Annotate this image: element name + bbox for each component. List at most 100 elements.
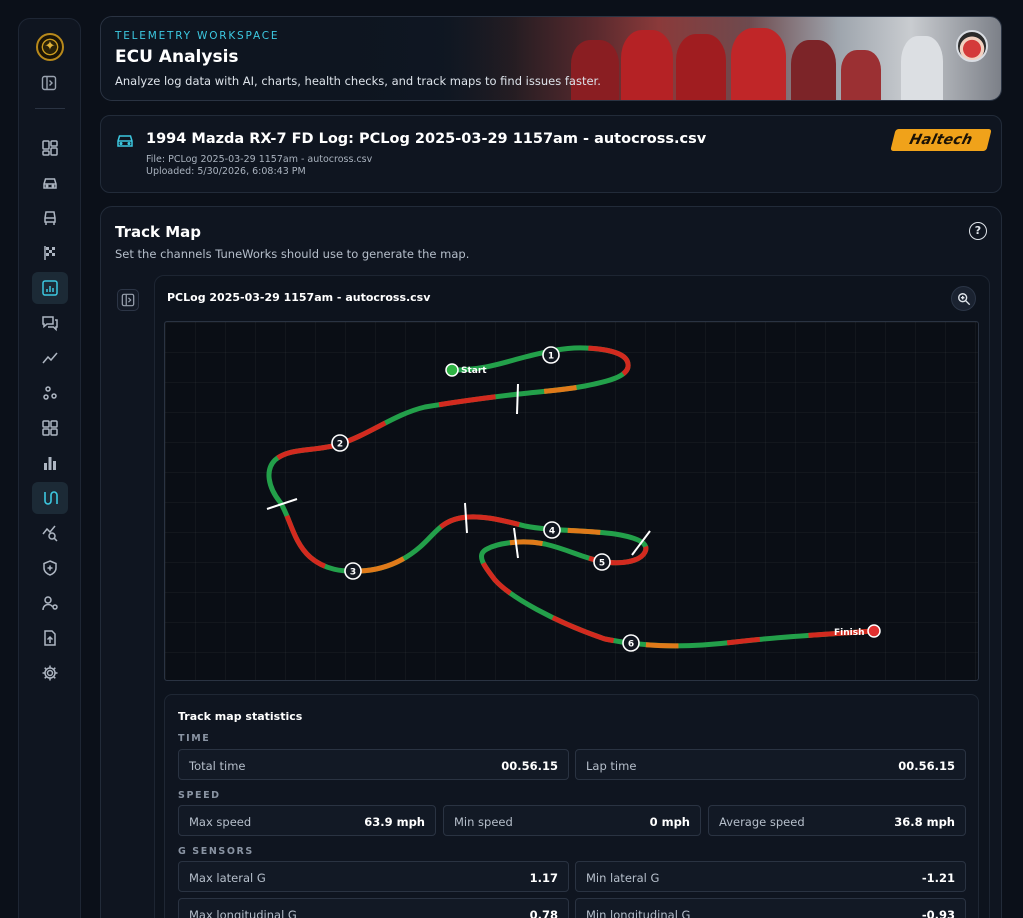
banner-photo-figure	[571, 40, 619, 100]
banner-photo-figure	[901, 36, 943, 100]
zoom-button[interactable]	[951, 286, 976, 311]
turn-marker-3[interactable]: 3	[344, 562, 362, 580]
start-label: Start	[461, 366, 487, 376]
stat-label: Max longitudinal G	[189, 908, 297, 918]
nav-widgets[interactable]	[32, 412, 68, 444]
speed-segment	[266, 345, 874, 649]
shield-plus-icon	[43, 560, 57, 576]
stat-avg-speed: Average speed 36.8 mph	[708, 805, 966, 836]
nav-races[interactable]	[32, 237, 68, 269]
nav-ecu-analysis[interactable]	[32, 272, 68, 304]
haltech-logo-text: Haltech	[907, 132, 975, 148]
track-map-panel: PCLog 2025-03-29 1157am - autocross.csv	[154, 275, 990, 918]
turn-marker-label: 4	[549, 527, 555, 537]
log-upload-time: Uploaded: 5/30/2026, 6:08:43 PM	[146, 166, 306, 177]
line-chart-icon	[42, 352, 58, 364]
app-logo[interactable]: ✦	[36, 33, 64, 61]
track-map-title: Track Map	[115, 223, 201, 241]
speed-segment	[266, 345, 874, 649]
speed-segment	[266, 345, 874, 649]
dashboard-icon	[42, 140, 58, 156]
car-icon	[117, 135, 133, 147]
channel-panel-toggle[interactable]	[117, 289, 139, 311]
nav-vehicles[interactable]	[32, 167, 68, 199]
start-marker[interactable]	[445, 363, 459, 377]
speed-segment	[266, 345, 874, 649]
stats-title: Track map statistics	[178, 710, 303, 723]
speed-segment	[266, 345, 874, 649]
turn-marker-6[interactable]: 6	[622, 634, 640, 652]
car-front-icon	[44, 211, 56, 225]
banner-photo-figure	[621, 30, 673, 100]
turn-marker-5[interactable]: 5	[593, 553, 611, 571]
nav-scatter[interactable]	[32, 377, 68, 409]
nav-dashboard[interactable]	[32, 132, 68, 164]
stat-label: Min lateral G	[586, 871, 660, 885]
stat-label: Lap time	[586, 759, 637, 773]
finish-label: Finish	[834, 628, 865, 638]
header-banner: TELEMETRY WORKSPACE ECU Analysis Analyze…	[100, 16, 1002, 101]
stat-lap-time: Lap time 00.56.15	[575, 749, 966, 780]
sidebar-collapse-icon[interactable]	[41, 75, 57, 91]
scatter-icon	[43, 386, 57, 400]
log-file-name: File: PCLog 2025-03-29 1157am - autocros…	[146, 154, 373, 165]
stat-label: Min speed	[454, 815, 513, 829]
speed-segment	[266, 345, 874, 649]
page-title: ECU Analysis	[115, 47, 239, 67]
nav-upload[interactable]	[32, 622, 68, 654]
stat-value: 00.56.15	[501, 759, 558, 773]
nav-settings[interactable]	[32, 657, 68, 689]
compass-icon: ✦	[44, 39, 56, 54]
bar-chart-icon	[44, 457, 56, 470]
stat-label: Total time	[189, 759, 246, 773]
track-path	[266, 345, 876, 649]
file-upload-icon	[44, 630, 56, 646]
nav-chat[interactable]	[32, 307, 68, 339]
track-map-subtitle: Set the channels TuneWorks should use to…	[115, 247, 470, 261]
section-g-sensors: G SENSORS	[178, 846, 254, 857]
turn-marker-2[interactable]: 2	[331, 434, 349, 452]
nav-health[interactable]	[32, 552, 68, 584]
stat-min-longitudinal-g: Min longitudinal G -0.93	[575, 898, 966, 918]
route-icon	[44, 491, 58, 505]
banner-description: Analyze log data with AI, charts, health…	[115, 74, 601, 88]
stat-value: 36.8 mph	[894, 815, 955, 829]
speed-segment	[266, 345, 874, 649]
turn-marker-label: 6	[628, 640, 634, 650]
stat-max-speed: Max speed 63.9 mph	[178, 805, 436, 836]
speed-segment	[266, 345, 874, 649]
finish-marker[interactable]	[867, 624, 881, 638]
user-avatar[interactable]	[956, 30, 988, 62]
banner-photo-figure	[841, 50, 881, 100]
user-gear-icon	[42, 596, 58, 611]
car-icon	[43, 178, 57, 189]
nav-analytics-search[interactable]	[32, 517, 68, 549]
nav-garage[interactable]	[32, 202, 68, 234]
chat-icon	[42, 316, 58, 332]
track-map-card: Track Map Set the channels TuneWorks sho…	[100, 206, 1002, 918]
turn-marker-1[interactable]: 1	[542, 346, 560, 364]
log-title: 1994 Mazda RX-7 FD Log: PCLog 2025-03-29…	[146, 131, 707, 147]
stat-min-speed: Min speed 0 mph	[443, 805, 701, 836]
nav-charts[interactable]	[32, 447, 68, 479]
stat-value: 63.9 mph	[364, 815, 425, 829]
help-icon[interactable]: ?	[969, 222, 987, 240]
nav-track-map[interactable]	[32, 482, 68, 514]
stat-label: Min longitudinal G	[586, 908, 691, 918]
track-map-canvas[interactable]: Start Finish 1 2 3 4 5 6	[164, 321, 979, 681]
banner-eyebrow: TELEMETRY WORKSPACE	[115, 30, 280, 42]
nav-trends[interactable]	[32, 342, 68, 374]
nav-users[interactable]	[32, 587, 68, 619]
sector-divider	[464, 502, 468, 534]
checkered-flag-icon	[44, 246, 55, 260]
turn-marker-4[interactable]: 4	[543, 521, 561, 539]
panel-expand-icon	[121, 293, 135, 307]
stat-max-longitudinal-g: Max longitudinal G 0.78	[178, 898, 569, 918]
banner-photo-figure	[676, 34, 726, 100]
sector-divider	[516, 383, 519, 415]
track-map-file-title: PCLog 2025-03-29 1157am - autocross.csv	[167, 291, 431, 304]
chart-search-icon	[42, 525, 58, 542]
track-stats-panel: Track map statistics TIME Total time 00.…	[164, 694, 979, 918]
stat-value: -0.93	[921, 908, 955, 918]
sidebar: ✦	[18, 18, 81, 918]
